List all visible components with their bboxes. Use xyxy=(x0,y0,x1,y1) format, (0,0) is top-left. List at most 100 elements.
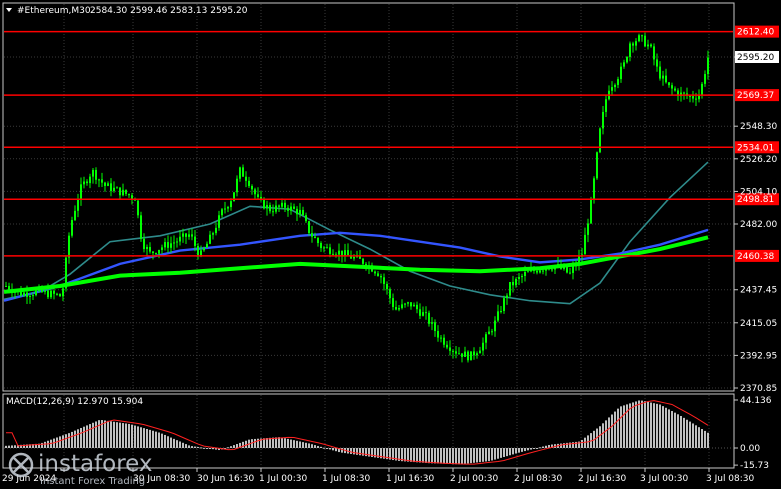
macd-histogram-bar xyxy=(413,448,415,463)
macd-histogram-bar xyxy=(647,401,649,448)
candle-body xyxy=(485,334,487,343)
macd-histogram-bar xyxy=(416,448,418,463)
chart-header: #Ethereum,M30 2584.30 2599.46 2583.13 25… xyxy=(6,6,248,16)
candle-body xyxy=(143,238,145,250)
candle-body xyxy=(368,265,370,268)
macd-histogram-bar xyxy=(269,437,271,448)
candle-body xyxy=(74,210,76,221)
candle-body xyxy=(251,185,253,190)
candle-body xyxy=(110,183,112,192)
macd-histogram-bar xyxy=(605,420,607,448)
macd-histogram-bar xyxy=(287,438,289,448)
candle-body xyxy=(164,242,166,248)
macd-histogram-bar xyxy=(68,433,70,448)
candle-body xyxy=(467,351,469,361)
macd-histogram-bar xyxy=(137,426,139,448)
macd-histogram-bar xyxy=(230,446,232,448)
candle-body xyxy=(365,263,367,268)
candle-body xyxy=(284,202,286,208)
macd-histogram-bar xyxy=(359,448,361,456)
candle-body xyxy=(647,44,649,47)
candle-body xyxy=(530,269,532,272)
macd-histogram-bar xyxy=(242,441,244,448)
macd-histogram-bar xyxy=(425,448,427,463)
candle-body xyxy=(287,207,289,211)
candle-body xyxy=(170,243,172,248)
candle-body xyxy=(203,247,205,251)
price-chart[interactable]: 2612.402569.372534.012498.812460.38 2595… xyxy=(0,0,781,489)
macd-histogram-bar xyxy=(530,448,532,450)
macd-histogram-bar xyxy=(683,417,685,448)
current-price-label: 2595.20 xyxy=(737,53,774,63)
macd-histogram-bar xyxy=(422,448,424,463)
candle-body xyxy=(497,311,499,321)
candle-body xyxy=(86,181,88,184)
macd-histogram-bar xyxy=(206,448,208,449)
macd-histogram-bar xyxy=(686,419,688,448)
candle-body xyxy=(611,87,613,91)
macd-histogram-bar xyxy=(167,436,169,448)
macd-histogram-bar xyxy=(80,427,82,448)
candle-body xyxy=(509,281,511,296)
macd-histogram-bar xyxy=(59,436,61,448)
candle-body xyxy=(689,95,691,97)
macd-histogram-bar xyxy=(227,447,229,449)
macd-histogram-bar xyxy=(296,440,298,448)
candle-body xyxy=(56,293,58,295)
candle-body xyxy=(425,312,427,314)
macd-histogram-bar xyxy=(707,432,709,448)
macd-histogram-bar xyxy=(440,448,442,464)
candle-body xyxy=(269,205,271,212)
macd-histogram-bar xyxy=(677,414,679,448)
candle-body xyxy=(380,276,382,278)
macd-histogram-bar xyxy=(275,437,277,448)
macd-histogram-bar xyxy=(104,420,106,448)
macd-histogram-bar xyxy=(674,412,676,448)
macd-histogram-bar xyxy=(518,448,520,453)
macd-histogram-bar xyxy=(233,445,235,448)
candle-body xyxy=(512,281,514,286)
candle-body xyxy=(182,233,184,237)
macd-histogram-bar xyxy=(140,427,142,448)
candle-body xyxy=(239,167,241,179)
macd-histogram-bar xyxy=(494,448,496,460)
candle-body xyxy=(626,56,628,63)
candle-body xyxy=(179,236,181,242)
macd-histogram-bar xyxy=(509,448,511,456)
macd-histogram-bar xyxy=(545,445,547,448)
macd-histogram-bar xyxy=(461,448,463,465)
candle-body xyxy=(245,176,247,181)
macd-histogram-bar xyxy=(194,446,196,448)
macd-histogram-bar xyxy=(299,441,301,448)
candle-body xyxy=(326,247,328,249)
candle-body xyxy=(290,206,292,211)
macd-histogram-bar xyxy=(236,444,238,448)
candle-body xyxy=(260,196,262,199)
candle-body xyxy=(707,57,709,75)
macd-histogram-bar xyxy=(203,447,205,449)
candle-body xyxy=(458,353,460,355)
macd-histogram-bar xyxy=(128,423,130,448)
candle-body xyxy=(14,291,16,293)
candle-body xyxy=(506,295,508,299)
candle-body xyxy=(236,178,238,193)
macd-histogram-bar xyxy=(14,445,16,448)
price-tick-label: 2482.00 xyxy=(740,220,777,230)
macd-histogram-bar xyxy=(197,446,199,448)
candle-body xyxy=(305,215,307,222)
macd-histogram-bar xyxy=(629,403,631,448)
macd-histogram-bar xyxy=(701,429,703,448)
macd-histogram-bar xyxy=(458,448,460,465)
macd-histogram-bar xyxy=(92,422,94,448)
macd-histogram-bar xyxy=(11,445,13,448)
candle-body xyxy=(5,285,7,287)
macd-histogram-bar xyxy=(143,428,145,448)
candle-body xyxy=(89,176,91,184)
macd-histogram-bar xyxy=(134,425,136,448)
candle-body xyxy=(266,205,268,209)
candle-body xyxy=(242,167,244,177)
macd-histogram-bar xyxy=(689,421,691,448)
candle-body xyxy=(431,322,433,324)
candle-body xyxy=(662,75,664,79)
candle-body xyxy=(11,289,13,293)
